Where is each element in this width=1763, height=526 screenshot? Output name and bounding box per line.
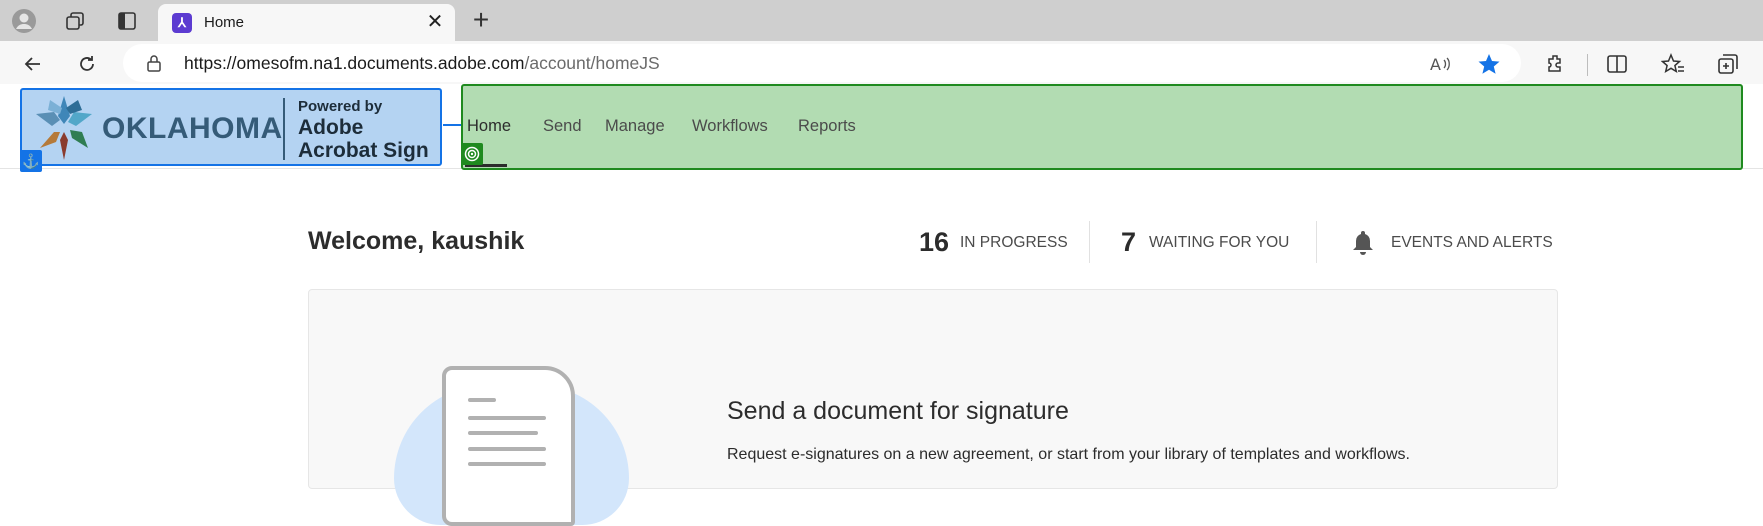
collections-icon[interactable]: [1712, 48, 1744, 80]
split-screen-icon[interactable]: [1601, 48, 1633, 80]
tab-close-button[interactable]: ✕: [425, 12, 445, 32]
welcome-heading: Welcome, kaushik: [308, 227, 525, 255]
anchor-icon: ⚓: [20, 150, 42, 172]
main-nav: Home Send Manage Workflows Reports: [461, 84, 1743, 170]
card-title[interactable]: Send a document for signature: [727, 397, 1069, 426]
new-tab-button[interactable]: +: [466, 6, 496, 36]
back-icon[interactable]: [16, 47, 50, 81]
address-bar[interactable]: https://omesofm.na1.documents.adobe.com/…: [123, 44, 1521, 82]
nav-reports[interactable]: Reports: [798, 117, 856, 136]
favorite-star-icon[interactable]: [1476, 51, 1502, 77]
bell-icon: [1353, 231, 1373, 255]
address-bar-row: https://omesofm.na1.documents.adobe.com/…: [0, 41, 1763, 86]
stat-divider: [1089, 221, 1090, 263]
stat-divider: [1316, 221, 1317, 263]
nav-manage[interactable]: Manage: [605, 117, 665, 136]
url-text: https://omesofm.na1.documents.adobe.com/…: [184, 53, 660, 73]
logo-powered-by: Powered by: [298, 98, 383, 115]
profile-icon[interactable]: [9, 6, 39, 36]
send-document-card[interactable]: Send a document for signature Request e-…: [308, 289, 1558, 526]
waiting-count: 7: [1121, 227, 1137, 257]
toolbar-separator: [1587, 54, 1588, 76]
site-logo[interactable]: OKLAHOMA Powered by Adobe Acrobat Sign: [20, 88, 442, 166]
svg-text:A: A: [1430, 55, 1441, 74]
highlight-connector: [443, 124, 461, 126]
card-description: Request e-signatures on a new agreement,…: [727, 446, 1410, 463]
events-alerts-label: EVENTS AND ALERTS: [1391, 234, 1553, 251]
logo-state-text: OKLAHOMA: [102, 112, 283, 145]
logo-divider: [283, 98, 285, 160]
workspaces-icon[interactable]: [60, 6, 90, 36]
document-icon: [442, 366, 575, 526]
in-progress-label: IN PROGRESS: [960, 234, 1068, 251]
waiting-label: WAITING FOR YOU: [1149, 234, 1290, 251]
target-icon: [461, 143, 483, 165]
tab-actions-icon[interactable]: [112, 6, 142, 36]
favorites-icon[interactable]: [1657, 48, 1689, 80]
logo-product-name: Adobe Acrobat Sign: [298, 116, 429, 162]
nav-workflows[interactable]: Workflows: [692, 117, 768, 136]
nav-home[interactable]: Home: [467, 117, 511, 136]
in-progress-count: 16: [919, 227, 950, 257]
refresh-icon[interactable]: [70, 47, 104, 81]
extensions-icon[interactable]: [1540, 48, 1572, 80]
browser-tab[interactable]: ⅄ Home ✕: [158, 4, 455, 41]
nav-send[interactable]: Send: [543, 117, 582, 136]
lock-icon[interactable]: [146, 54, 162, 72]
read-aloud-icon[interactable]: A: [1427, 51, 1453, 77]
browser-tab-strip: ⅄ Home ✕ +: [0, 0, 1763, 41]
tab-title: Home: [204, 14, 245, 31]
site-header: OKLAHOMA Powered by Adobe Acrobat Sign ⚓…: [0, 84, 1763, 172]
acrobat-favicon: ⅄: [172, 13, 192, 33]
